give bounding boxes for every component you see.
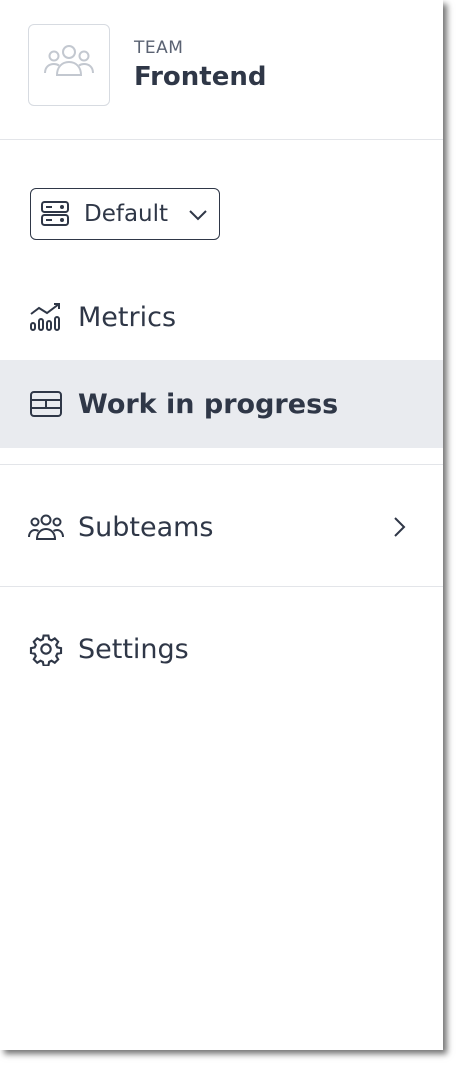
server-stack-icon <box>40 199 70 229</box>
chart-bars-line-icon <box>28 299 64 335</box>
view-selector-dropdown[interactable]: Default <box>30 188 220 240</box>
nav-divider <box>0 464 443 465</box>
nav-item-settings[interactable]: Settings <box>0 605 443 693</box>
nav-item-work-in-progress[interactable]: Work in progress <box>0 360 443 448</box>
team-sidebar: TEAM Frontend Default Metrics Work in pr… <box>0 0 443 1050</box>
team-name: Frontend <box>134 62 267 92</box>
view-selector-label: Default <box>84 201 169 227</box>
nav-item-subteams[interactable]: Subteams <box>0 483 443 571</box>
people-group-icon <box>28 509 64 545</box>
nav-item-work-in-progress-label: Work in progress <box>78 388 339 420</box>
team-avatar <box>28 24 110 106</box>
nav-item-settings-label: Settings <box>78 633 189 665</box>
team-kicker: TEAM <box>134 38 184 58</box>
chevron-right-icon <box>391 515 407 539</box>
team-header: TEAM Frontend <box>0 0 443 140</box>
gear-icon <box>28 631 64 667</box>
nav-divider <box>0 586 443 587</box>
board-rows-icon <box>28 386 64 422</box>
nav-item-metrics-label: Metrics <box>78 301 177 333</box>
nav-item-subteams-label: Subteams <box>78 511 214 543</box>
team-group-icon <box>42 41 96 89</box>
nav-item-metrics[interactable]: Metrics <box>0 273 443 361</box>
chevron-down-icon <box>187 204 209 226</box>
